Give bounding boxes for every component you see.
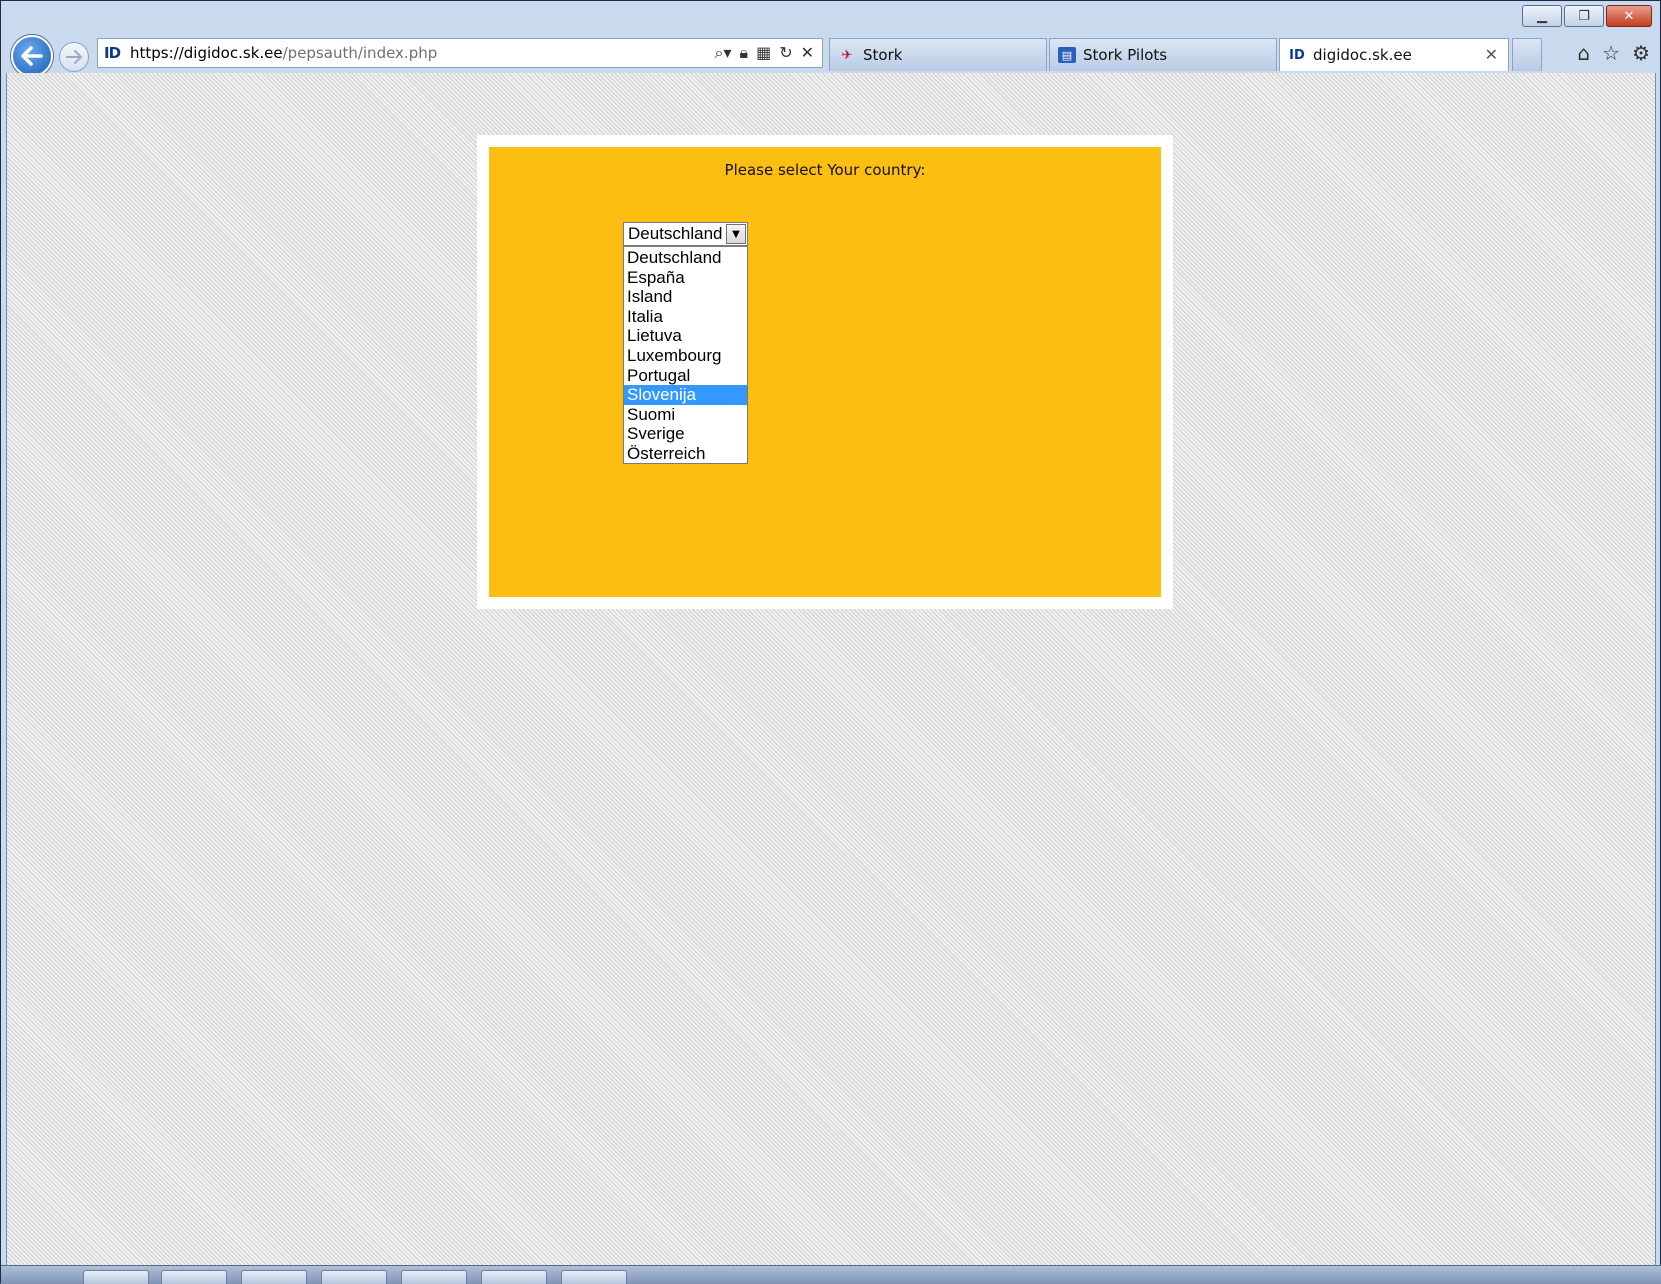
country-prompt: Please select Your country: bbox=[724, 161, 926, 179]
lock-icon[interactable]: 🔒︎ bbox=[740, 43, 749, 63]
taskbar bbox=[1, 1265, 1661, 1284]
site-id-icon: ID bbox=[104, 44, 121, 62]
country-option-highlighted[interactable]: Slovenija bbox=[624, 385, 747, 405]
minimize-button[interactable]: ▁ bbox=[1522, 5, 1562, 27]
country-select[interactable]: Deutschland ▼ bbox=[623, 222, 748, 246]
page-content: Please select Your country: Deutschland … bbox=[6, 73, 1656, 1265]
country-panel: Please select Your country: Deutschland … bbox=[489, 147, 1161, 597]
close-tab-icon[interactable]: ✕ bbox=[1485, 45, 1498, 64]
home-icon[interactable]: ⌂ bbox=[1577, 41, 1590, 65]
compatibility-icon[interactable]: ▦ bbox=[756, 43, 771, 63]
chevron-down-icon[interactable]: ▼ bbox=[726, 224, 746, 244]
url-text[interactable]: https://digidoc.sk.ee/pepsauth/index.php bbox=[130, 44, 437, 62]
forward-arrow-icon bbox=[66, 50, 82, 64]
country-option[interactable]: Luxembourg bbox=[624, 346, 747, 366]
country-option[interactable]: Suomi bbox=[624, 405, 747, 425]
stop-icon[interactable]: ✕ bbox=[801, 43, 814, 63]
country-option[interactable]: Italia bbox=[624, 307, 747, 327]
country-option[interactable]: Österreich bbox=[624, 444, 747, 464]
back-button[interactable] bbox=[11, 35, 53, 77]
country-select-value: Deutschland bbox=[628, 224, 723, 243]
navigation-bar: ID https://digidoc.sk.ee/pepsauth/index.… bbox=[1, 35, 1661, 77]
browser-window: ▁ ❐ ✕ ID https://digidoc.sk.ee/pepsauth/… bbox=[0, 0, 1661, 1284]
star-icon[interactable]: ☆ bbox=[1602, 41, 1620, 65]
close-window-button[interactable]: ✕ bbox=[1606, 5, 1652, 27]
address-bar-icons: ⌕▾ 🔒︎ ▦ ↻ ✕ bbox=[715, 43, 814, 63]
country-option[interactable]: Lietuva bbox=[624, 326, 747, 346]
window-controls: ▁ ❐ ✕ bbox=[1522, 5, 1652, 27]
id-favicon-icon: ID bbox=[1289, 47, 1305, 63]
forward-button[interactable] bbox=[59, 42, 89, 72]
country-option[interactable]: España bbox=[624, 268, 747, 288]
address-bar[interactable]: ID https://digidoc.sk.ee/pepsauth/index.… bbox=[97, 38, 823, 68]
back-arrow-icon bbox=[21, 46, 43, 66]
new-tab-button[interactable] bbox=[1512, 38, 1542, 71]
stork-pilots-favicon-icon: ▤ bbox=[1058, 47, 1076, 63]
gear-icon[interactable]: ⚙ bbox=[1632, 41, 1650, 65]
country-option[interactable]: Portugal bbox=[624, 366, 747, 386]
refresh-icon[interactable]: ↻ bbox=[779, 43, 792, 63]
country-card: Please select Your country: Deutschland … bbox=[477, 135, 1173, 609]
country-option[interactable]: Island bbox=[624, 287, 747, 307]
stork-favicon-icon: ✈ bbox=[841, 47, 853, 63]
tab-stork[interactable]: ✈ Stork bbox=[829, 38, 1047, 71]
tab-stork-pilots[interactable]: ▤ Stork Pilots bbox=[1049, 38, 1277, 71]
search-icon[interactable]: ⌕▾ bbox=[715, 43, 732, 63]
country-option[interactable]: Sverige bbox=[624, 424, 747, 444]
country-dropdown-list[interactable]: Deutschland España Island Italia Lietuva… bbox=[623, 246, 748, 464]
toolbar-icons: ⌂ ☆ ⚙ bbox=[1577, 41, 1650, 65]
restore-button[interactable]: ❐ bbox=[1564, 5, 1604, 27]
tab-digidoc[interactable]: ID digidoc.sk.ee ✕ bbox=[1279, 38, 1509, 71]
country-option[interactable]: Deutschland bbox=[624, 248, 747, 268]
